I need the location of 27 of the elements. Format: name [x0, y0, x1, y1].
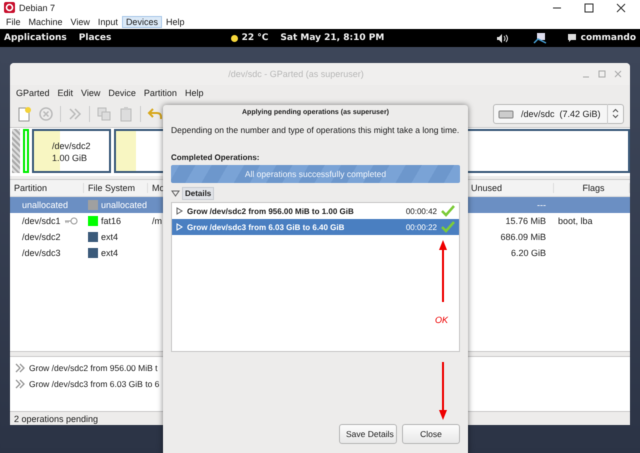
section-heading: Completed Operations:: [171, 153, 260, 162]
operation-time: 00:00:22: [406, 222, 437, 232]
table-cell: /dev/sdc2: [22, 232, 61, 242]
description-text: Depending on the number and type of operations this might take a long time.: [171, 125, 460, 135]
table-cell: 6.20 GiB: [510, 248, 546, 258]
window-title: Debian 7: [19, 2, 56, 12]
status-text: 2 operations pending: [14, 414, 98, 424]
operation-time: 00:00:42: [406, 206, 437, 216]
table-cell: /dev/sdc1: [22, 216, 61, 226]
table-cell: ext4: [101, 232, 118, 242]
table-cell: ext4: [101, 248, 118, 258]
operation-text: Grow /dev/sdc2 from 956.00 MiB to 1.00 GiB: [187, 206, 355, 216]
progress-text: All operations successfully completed: [244, 169, 386, 179]
table-cell: 686.09 MiB: [500, 232, 546, 242]
table-cell: fat16: [101, 216, 122, 226]
table-cell: /m: [152, 216, 162, 226]
table-cell: unallocated: [22, 200, 68, 210]
partition-name: /dev/sdc2: [52, 141, 91, 151]
table-cell: ---: [537, 200, 546, 210]
table-cell: 15.76 MiB: [505, 216, 546, 226]
operation-text: Grow /dev/sdc3 from 6.03 GiB to 6.40 GiB: [187, 222, 346, 232]
table-cell: boot, lba: [558, 216, 593, 226]
partition-size: 1.00 GiB: [52, 153, 88, 163]
table-cell: unallocated: [101, 200, 148, 210]
table-cell: /dev/sdc3: [22, 248, 61, 258]
annotation-text: OK: [435, 315, 448, 325]
window-title: /dev/sdc - GParted (as superuser): [228, 69, 364, 79]
